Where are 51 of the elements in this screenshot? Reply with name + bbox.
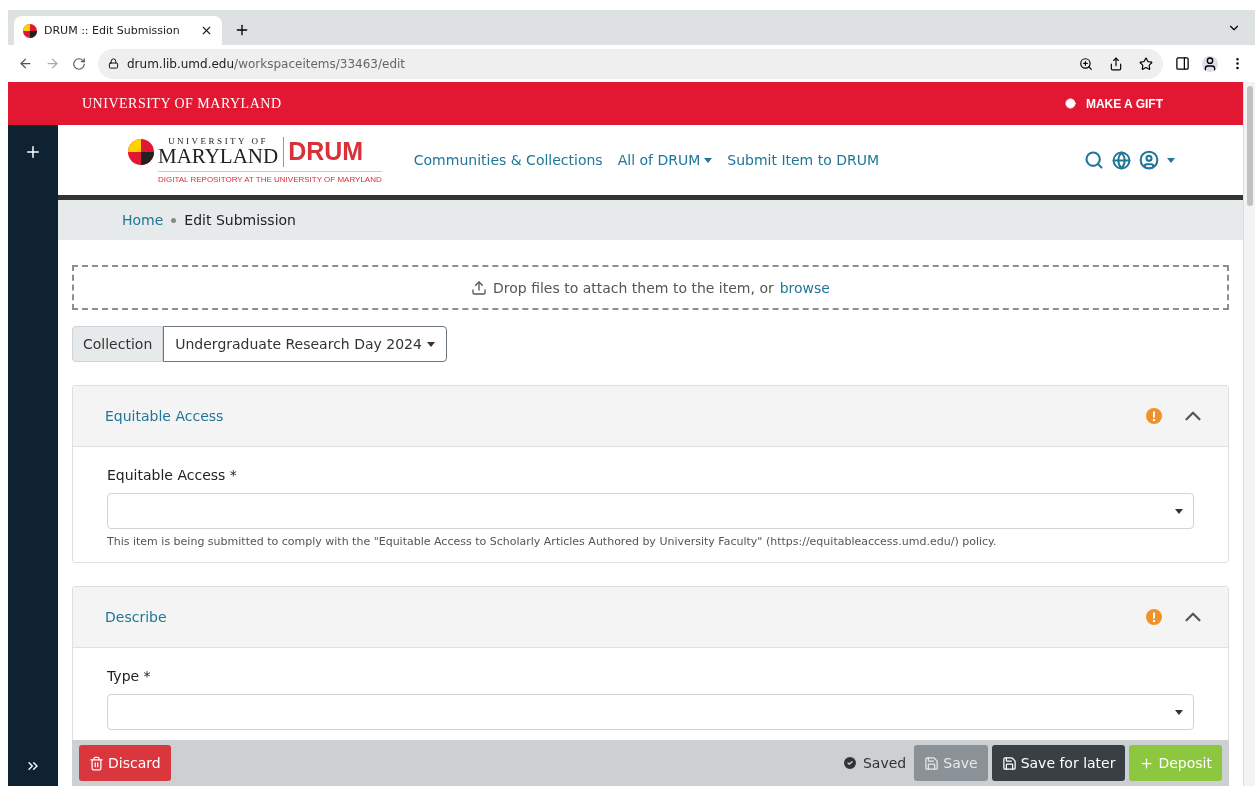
zoom-icon[interactable] [1079,56,1093,71]
share-icon[interactable] [1109,56,1123,71]
drop-text: Drop files to attach them to the item, or [493,279,774,296]
new-tab-icon[interactable] [234,22,250,38]
collection-label: Collection [72,326,164,362]
back-icon[interactable] [18,56,33,71]
breadcrumb-link[interactable]: Home [122,212,164,228]
browse-link[interactable]: browse [779,279,830,296]
user-icon[interactable] [1139,150,1159,170]
select-field[interactable] [107,493,1194,529]
reload-icon[interactable] [72,56,86,71]
select-field[interactable] [107,694,1194,730]
field-hint: This item is being submitted to comply with the "Equitable Access to Scholarly Articles Authored by University Faculty" (https://equitableaccess.umd.edu/) policy. [107,535,998,548]
caret-icon [1175,709,1183,715]
upload-icon [471,279,487,296]
drop-zone[interactable]: Drop files to attach them to the item, or browse [72,265,1229,310]
field-label: Type * [107,668,152,684]
section-header[interactable]: Equitable Access [73,386,1228,447]
make-a-gift-link[interactable]: MAKE A GIFT [1064,96,1163,111]
globe-icon[interactable] [1112,150,1131,170]
flag-icon [23,23,37,38]
section-header[interactable]: Describe [73,587,1228,648]
search-icon[interactable] [1084,150,1104,170]
nav-link[interactable]: Communities & Collections [413,152,603,168]
flag-icon [128,138,154,165]
address-bar[interactable]: drum.lib.umd.edu/workspaceitems/33463/edit [98,48,1163,79]
save-for-later-button[interactable]: Save for later [991,745,1126,781]
university-title: UNIVERSITY OF MARYLAND [82,95,282,112]
section-title[interactable]: Equitable Access [105,408,1146,424]
star-icon[interactable] [1139,56,1153,71]
tab-title: DRUM :: Edit Submission [44,24,181,37]
plus-icon[interactable] [24,143,42,161]
current-page-label: Edit Submission [184,212,296,228]
plus-icon [1139,755,1155,771]
collection-dropdown[interactable]: Undergraduate Research Day 2024 [163,326,447,362]
caret-icon [1175,508,1183,514]
circle-icon [1064,98,1076,109]
browser-tab[interactable]: DRUM :: Edit Submission [14,16,222,45]
lock-icon [108,58,119,69]
nav-link[interactable]: Submit Item to DRUM [727,152,880,168]
side-panel-icon[interactable] [1175,56,1190,71]
profile-icon[interactable] [1202,55,1218,72]
caret-icon [426,341,435,347]
close-icon[interactable] [200,24,213,37]
nav-link[interactable]: All of DRUM [617,152,713,168]
field-label: Equitable Access * [107,467,238,483]
trash-icon [89,755,104,771]
caret-icon[interactable] [1167,157,1175,163]
discard-button[interactable]: Discard [79,745,171,781]
save-status: Saved [842,755,907,771]
section-title[interactable]: Describe [105,609,1146,625]
